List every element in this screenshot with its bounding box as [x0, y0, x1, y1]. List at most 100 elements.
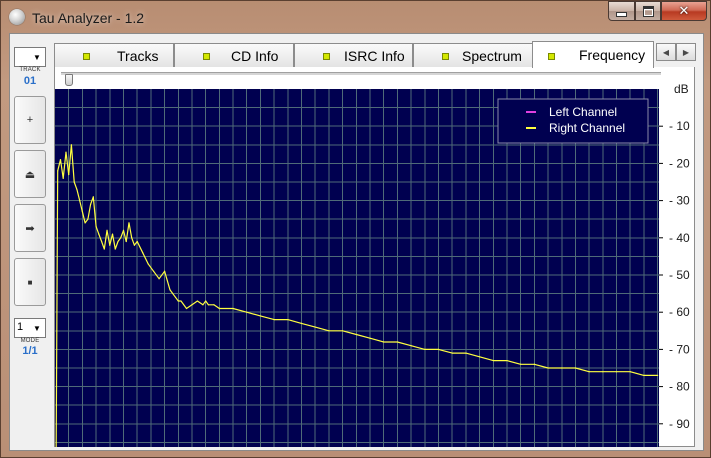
right-channel-point — [81, 211, 83, 213]
track-number: 01 — [23, 75, 37, 87]
right-channel-point — [547, 367, 549, 369]
y-axis-label: dB — [674, 82, 689, 96]
tab-tracks[interactable]: Tracks — [54, 43, 174, 67]
right-channel-point — [147, 263, 149, 265]
right-channel-point — [87, 218, 89, 220]
app-window: Tau Analyzer - 1.2 ✕ ▼ TRACK 01 + ⏏ ➡ ■ … — [0, 0, 711, 458]
y-tick-label: - 50 — [669, 268, 690, 282]
mode-value: 1/1 — [22, 345, 38, 357]
track-select[interactable]: ▼ — [14, 47, 46, 67]
right-channel-point — [174, 296, 177, 298]
right-channel-point — [287, 319, 289, 321]
right-channel-point — [369, 337, 371, 339]
right-channel-point — [109, 244, 111, 246]
right-channel-point — [95, 226, 97, 228]
tab-strip: Tracks CD Info ISRC Info Spectrum Freque… — [54, 41, 654, 68]
y-tick-label: - 70 — [669, 342, 690, 356]
y-tick-label: - 20 — [669, 156, 690, 170]
legend-label: Right Channel — [549, 121, 625, 135]
arrow-left-icon: ◀ — [662, 47, 670, 57]
eject-button[interactable]: ⏏ — [14, 150, 46, 198]
right-channel-point — [396, 341, 399, 343]
right-channel-point — [191, 304, 193, 306]
right-channel-point — [196, 300, 199, 302]
right-channel-point — [120, 237, 122, 239]
play-button[interactable]: ➡ — [14, 204, 46, 252]
right-channel-point — [65, 151, 67, 153]
right-channel-point — [451, 352, 453, 354]
close-button[interactable]: ✕ — [661, 1, 707, 21]
tab-scroll-left-button[interactable]: ◀ — [656, 43, 676, 61]
tab-label: ISRC Info — [344, 48, 405, 64]
right-channel-point — [383, 341, 385, 343]
right-channel-point — [117, 240, 119, 243]
maximize-button[interactable] — [635, 1, 661, 21]
dropdown-arrow-icon: ▼ — [33, 323, 41, 333]
right-channel-point — [437, 348, 440, 350]
tab-label: CD Info — [231, 48, 279, 64]
right-channel-point — [57, 170, 59, 172]
tab-cd-info[interactable]: CD Info — [174, 43, 294, 67]
mode-select[interactable]: 1 ▼ — [14, 318, 46, 338]
right-channel-point — [259, 315, 262, 317]
right-channel-point — [300, 322, 303, 324]
stop-icon: ■ — [27, 277, 33, 287]
led-indicator-icon — [83, 53, 90, 60]
y-tick-label: - 90 — [669, 417, 690, 431]
right-channel-point — [180, 300, 182, 302]
right-channel-point — [177, 300, 179, 302]
right-channel-point — [492, 359, 494, 362]
right-channel-point — [79, 200, 81, 202]
title-bar[interactable]: Tau Analyzer - 1.2 ✕ — [1, 1, 710, 33]
right-channel-point — [314, 326, 316, 328]
stop-button[interactable]: ■ — [14, 258, 46, 306]
right-channel-point — [355, 333, 357, 336]
chart-legend: Left Channel Right Channel — [497, 98, 649, 144]
right-channel-point — [342, 330, 344, 332]
right-channel-point — [133, 244, 136, 246]
tab-label: Frequency — [579, 47, 646, 63]
right-channel-point — [615, 371, 618, 373]
right-channel-point — [213, 304, 215, 306]
right-channel-point — [59, 159, 62, 161]
minimize-button[interactable] — [608, 1, 635, 21]
close-icon: ✕ — [678, 3, 690, 19]
track-caption: TRACK — [19, 67, 41, 73]
right-channel-point — [520, 363, 522, 365]
right-channel-point — [232, 307, 234, 310]
right-channel-point — [106, 229, 108, 231]
led-indicator-icon — [203, 53, 210, 60]
frequency-page: 123456789101112131415161718192021- 10- 2… — [54, 67, 695, 447]
tab-isrc-info[interactable]: ISRC Info — [294, 43, 413, 67]
right-channel-point — [100, 240, 103, 243]
right-channel-point — [328, 330, 330, 332]
client-area: ▼ TRACK 01 + ⏏ ➡ ■ 1 ▼ MODE 1/1 Tracks C… — [9, 33, 704, 451]
led-indicator-icon — [442, 53, 449, 60]
add-button[interactable]: + — [14, 96, 46, 144]
right-channel-point — [218, 307, 220, 310]
app-icon[interactable] — [9, 9, 25, 25]
tab-spectrum[interactable]: Spectrum — [413, 43, 533, 67]
left-control-panel: ▼ TRACK 01 + ⏏ ➡ ■ 1 ▼ MODE 1/1 — [10, 34, 50, 450]
right-channel-point — [478, 356, 481, 358]
right-channel-point — [70, 144, 73, 146]
right-channel-point — [122, 229, 125, 231]
dropdown-arrow-icon: ▼ — [33, 52, 41, 62]
right-channel-point — [202, 304, 204, 306]
right-channel-point — [246, 311, 248, 313]
right-channel-point — [90, 203, 92, 205]
y-tick-label: - 80 — [669, 380, 690, 394]
right-channel-point — [424, 348, 426, 350]
arrow-right-icon: ▶ — [682, 47, 690, 57]
right-channel-point — [169, 289, 171, 291]
tab-scroll-right-button[interactable]: ▶ — [676, 43, 696, 61]
right-channel-point — [131, 237, 133, 239]
y-tick-label: - 30 — [669, 194, 690, 208]
right-channel-point — [207, 304, 209, 306]
tab-frequency[interactable]: Frequency — [532, 41, 654, 68]
tab-scroll-buttons: ◀ ▶ — [656, 43, 696, 61]
led-indicator-icon — [323, 53, 330, 60]
plus-icon: + — [26, 114, 34, 126]
right-channel-point — [128, 222, 130, 224]
play-icon: ➡ — [25, 222, 35, 235]
